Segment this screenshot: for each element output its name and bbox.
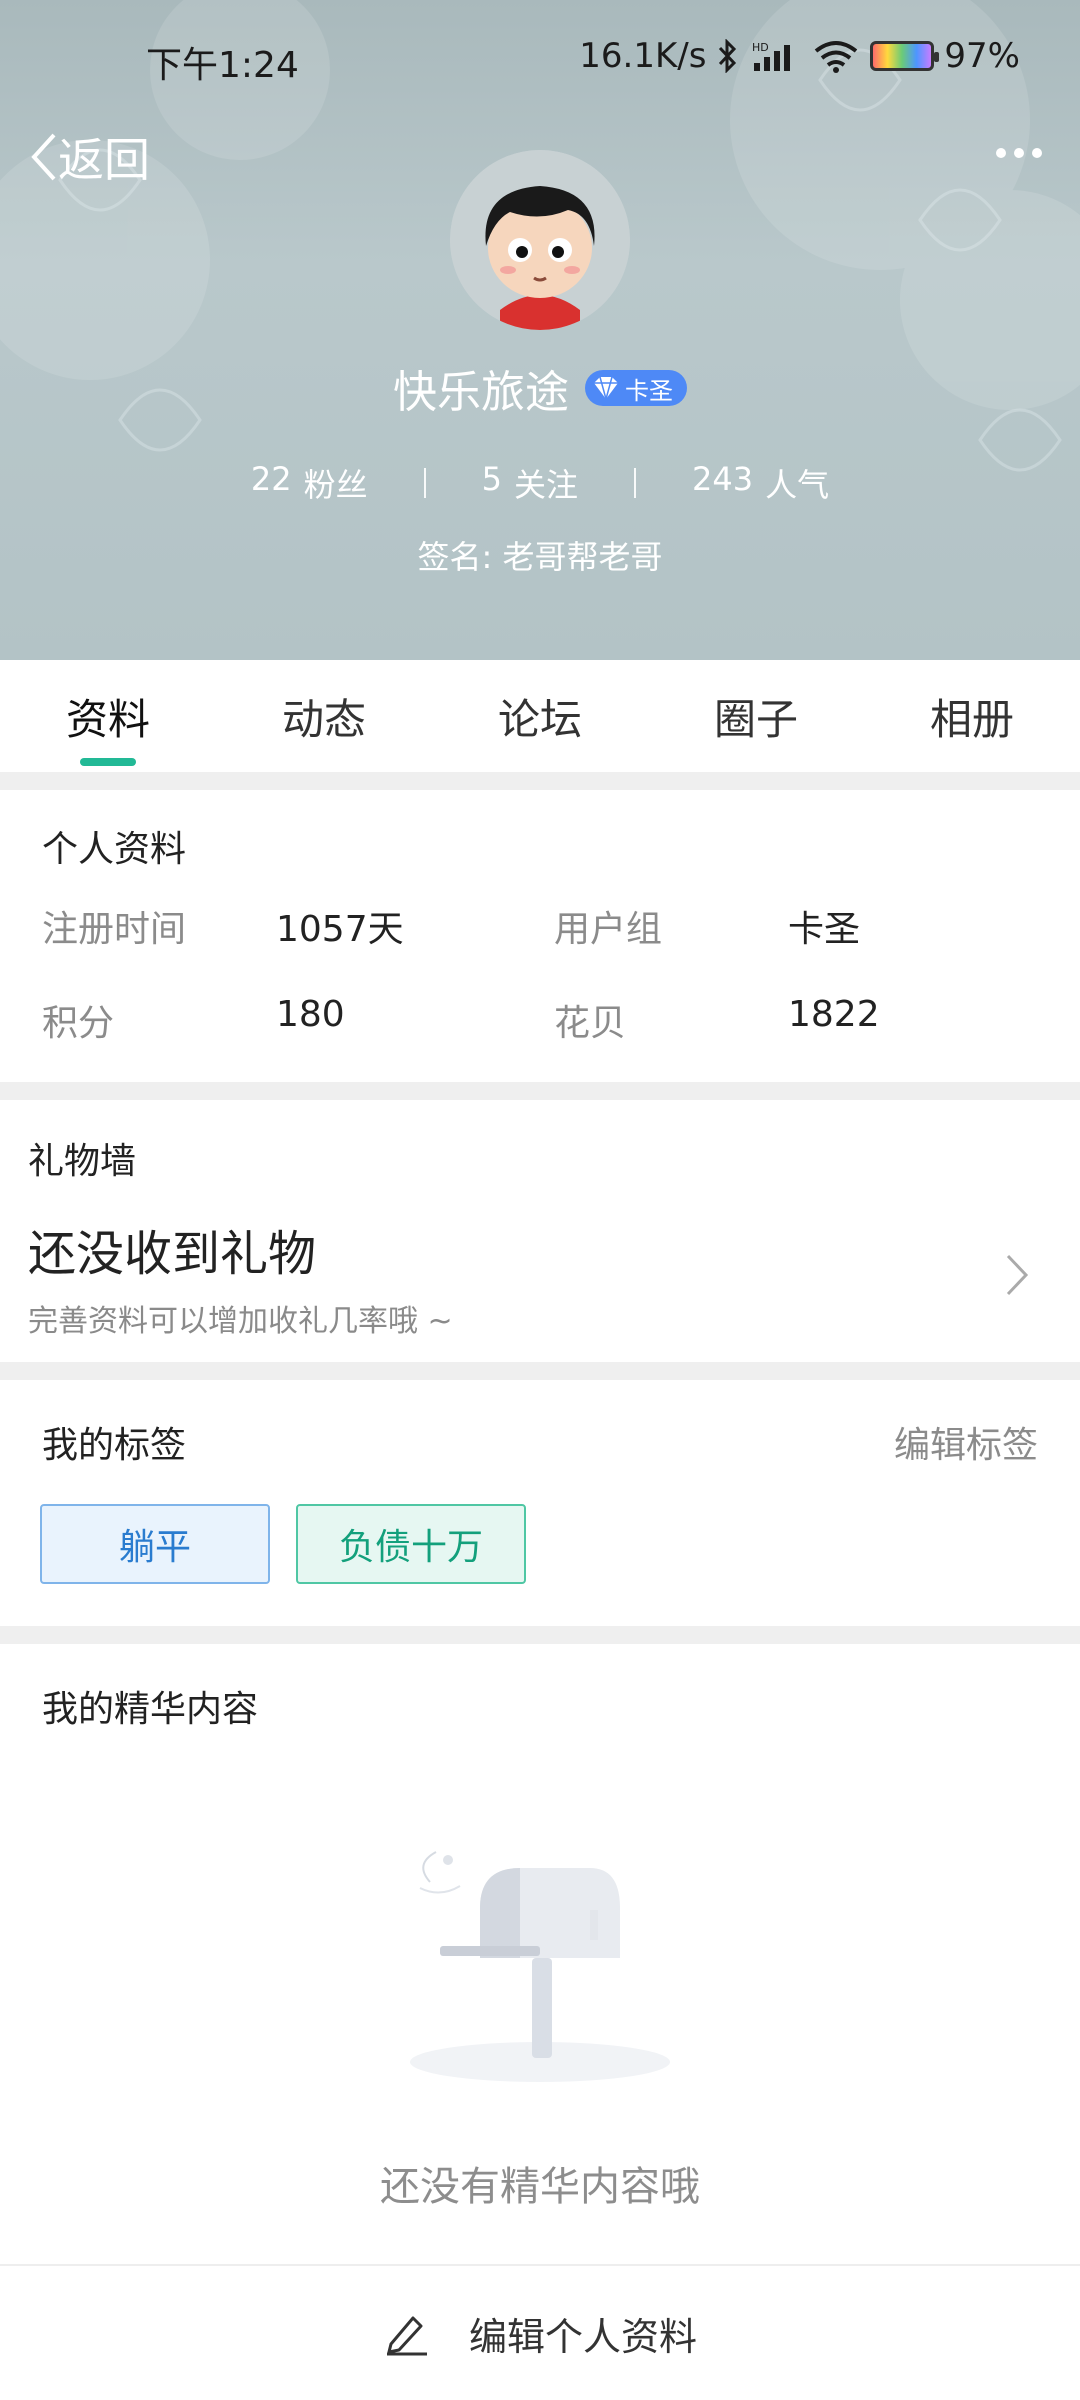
- stat-label: 粉丝: [303, 466, 368, 504]
- featured-empty-text: 还没有精华内容哦: [380, 2164, 700, 2210]
- status-bar: 下午1:24 16.1K/s HD 97%: [0, 0, 1080, 120]
- info-value-user-group: 卡圣: [788, 909, 861, 950]
- chevron-right-icon[interactable]: [1004, 1252, 1030, 1298]
- section-divider: [0, 1362, 1080, 1380]
- tab-label: 相册: [929, 695, 1014, 744]
- tab-label: 圈子: [713, 695, 798, 744]
- profile-header: 下午1:24 16.1K/s HD 97% 返回 快乐旅途 卡圣 22 粉丝 5…: [0, 0, 1080, 660]
- more-dot-icon: [996, 148, 1006, 158]
- profile-section-title: 个人资料: [42, 829, 187, 870]
- featured-section-title: 我的精华内容: [42, 1689, 259, 1730]
- stat-popularity: 243 人气: [692, 460, 829, 506]
- active-tab-indicator: [80, 758, 136, 766]
- stat-label: 关注: [513, 466, 578, 504]
- gift-wall-title: 礼物墙: [28, 1141, 137, 1182]
- info-label-points: 积分: [42, 1003, 115, 1044]
- edit-tags-button[interactable]: 编辑标签: [894, 1416, 1038, 1468]
- more-options-button[interactable]: [996, 148, 1042, 158]
- profile-tabs: 资料 动态 论坛 圈子 相册: [0, 660, 1080, 772]
- stat-value: 243: [692, 460, 754, 498]
- battery-icon: [870, 41, 940, 71]
- tab-label: 动态: [281, 695, 366, 744]
- diamond-icon: [594, 376, 618, 400]
- avatar[interactable]: [450, 150, 630, 330]
- name-row: 快乐旅途 卡圣: [0, 356, 1080, 420]
- chevron-left-icon: [31, 133, 56, 181]
- info-label-user-group: 用户组: [554, 909, 663, 950]
- info-value-huabei: 1822: [788, 994, 880, 1035]
- gift-wall-hint: 完善资料可以增加收礼几率哦 ~: [28, 1304, 453, 1339]
- section-divider: [0, 1082, 1080, 1100]
- back-label: 返回: [58, 133, 150, 187]
- pencil-icon: [386, 2316, 427, 2356]
- section-divider: [0, 772, 1080, 790]
- network-speed: 16.1K/s: [579, 36, 707, 76]
- username: 快乐旅途: [393, 367, 569, 418]
- bluetooth-icon: [719, 39, 737, 73]
- tab-circles[interactable]: 圈子: [648, 660, 864, 772]
- status-time: 下午1:24: [146, 45, 299, 86]
- badge-label: 卡圣: [625, 376, 673, 405]
- more-dot-icon: [1032, 148, 1042, 158]
- tab-profile[interactable]: 资料: [0, 660, 216, 772]
- info-value-points: 180: [276, 994, 345, 1035]
- status-right: 16.1K/s HD 97%: [579, 36, 1020, 76]
- stat-divider: [634, 468, 636, 498]
- tab-album[interactable]: 相册: [864, 660, 1080, 772]
- empty-mailbox-illustration: [410, 1851, 670, 2082]
- gift-wall-empty-title[interactable]: 还没收到礼物: [28, 1214, 316, 1284]
- tab-forum[interactable]: 论坛: [432, 660, 648, 772]
- tag-chip[interactable]: 负债十万: [296, 1504, 526, 1584]
- stat-value: 22: [250, 460, 292, 498]
- svg-text:HD: HD: [752, 41, 769, 54]
- cartoon-avatar-image: [450, 150, 630, 330]
- tags-section-title: 我的标签: [42, 1425, 187, 1466]
- tag-chip[interactable]: 躺平: [40, 1504, 270, 1584]
- user-group-badge[interactable]: 卡圣: [585, 370, 687, 406]
- info-label-register-time: 注册时间: [42, 909, 187, 950]
- stat-value: 5: [481, 460, 502, 498]
- stat-label: 人气: [765, 466, 830, 504]
- edit-profile-label: 编辑个人资料: [468, 2314, 697, 2359]
- section-divider: [0, 1626, 1080, 1644]
- wifi-icon: [815, 41, 858, 73]
- battery-percent: 97%: [944, 36, 1020, 76]
- hd-signal-icon: HD: [752, 41, 791, 71]
- stat-fans[interactable]: 22 粉丝: [251, 460, 368, 506]
- more-dot-icon: [1014, 148, 1024, 158]
- stat-following[interactable]: 5 关注: [482, 460, 578, 506]
- back-button[interactable]: 返回: [28, 124, 150, 190]
- info-label-huabei: 花贝: [554, 1003, 627, 1044]
- tab-label: 论坛: [497, 695, 582, 744]
- edit-profile-button[interactable]: 编辑个人资料: [0, 2264, 1080, 2400]
- info-value-register-time: 1057天: [276, 909, 404, 950]
- stat-divider: [423, 468, 426, 498]
- tab-label: 资料: [65, 695, 150, 744]
- stats-row: 22 粉丝 5 关注 243 人气: [0, 460, 1080, 506]
- tab-activity[interactable]: 动态: [216, 660, 432, 772]
- signature: 签名: 老哥帮老哥: [417, 538, 663, 576]
